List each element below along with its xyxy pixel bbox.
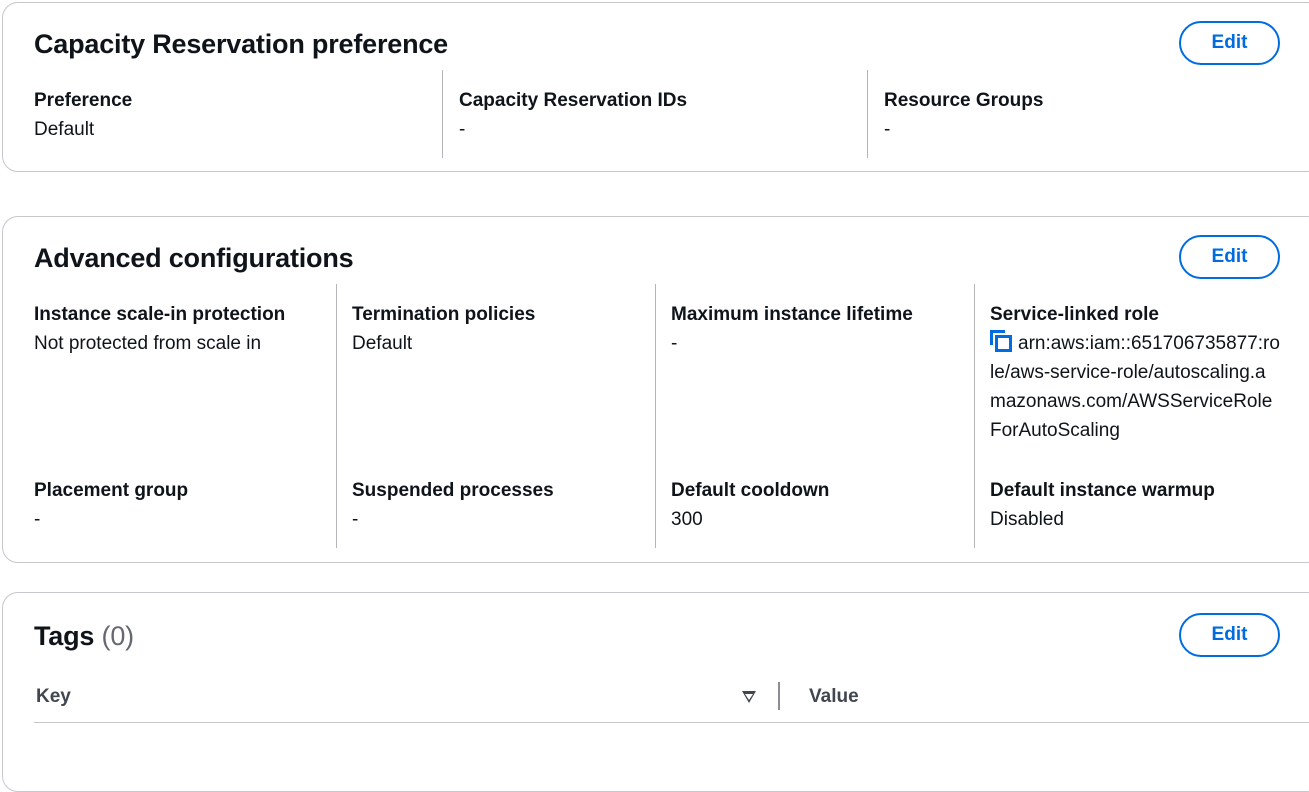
field-value: Default <box>34 119 95 140</box>
tags-title-text: Tags <box>34 621 95 651</box>
capacity-reservation-edit-button[interactable]: Edit <box>1179 21 1280 65</box>
tags-edit-button[interactable]: Edit <box>1179 613 1280 657</box>
field-preference: Preference Default <box>34 86 132 144</box>
field-default-cooldown: Default cooldown 300 <box>671 476 829 534</box>
capacity-reservation-title: Capacity Reservation preference <box>34 29 448 59</box>
arn-text: arn:aws:iam::651706735877:role/aws-servi… <box>990 333 1280 441</box>
field-label: Suspended processes <box>352 480 554 501</box>
field-value: - <box>34 509 41 530</box>
column-resizer[interactable] <box>778 682 780 710</box>
field-service-linked-role: Service-linked role arn:aws:iam::6517067… <box>990 300 1280 445</box>
field-value: - <box>671 333 678 354</box>
field-value: - <box>884 119 891 140</box>
column-divider <box>655 284 656 548</box>
field-placement-group: Placement group - <box>34 476 188 534</box>
field-termination-policies: Termination policies Default <box>352 300 535 358</box>
field-label: Instance scale-in protection <box>34 304 286 325</box>
field-maximum-instance-lifetime: Maximum instance lifetime - <box>671 300 913 358</box>
service-linked-role-arn: arn:aws:iam::651706735877:role/aws-servi… <box>990 329 1280 445</box>
tags-title: Tags (0) <box>34 621 134 652</box>
advanced-configurations-title: Advanced configurations <box>34 243 354 273</box>
column-divider <box>867 70 868 158</box>
field-value: - <box>352 509 359 530</box>
tags-panel: Tags (0) Edit Key Value <box>2 592 1309 792</box>
sort-descending-icon[interactable] <box>742 691 756 703</box>
field-value: Default <box>352 333 413 354</box>
field-capacity-reservation-ids: Capacity Reservation IDs - <box>459 86 687 144</box>
field-label: Placement group <box>34 480 189 501</box>
copy-icon[interactable] <box>990 330 1012 352</box>
capacity-reservation-panel: Capacity Reservation preference Edit Pre… <box>2 2 1309 172</box>
column-header-value[interactable]: Value <box>809 686 859 708</box>
column-divider <box>336 284 337 548</box>
advanced-configurations-panel: Advanced configurations Edit Instance sc… <box>2 216 1309 563</box>
field-label: Maximum instance lifetime <box>671 304 913 325</box>
field-suspended-processes: Suspended processes - <box>352 476 554 534</box>
column-header-key[interactable]: Key <box>36 686 71 708</box>
field-label: Capacity Reservation IDs <box>459 90 688 111</box>
field-label: Service-linked role <box>990 304 1159 325</box>
field-value: - <box>459 119 466 140</box>
column-divider <box>442 70 443 158</box>
field-label: Termination policies <box>352 304 536 325</box>
field-resource-groups: Resource Groups - <box>884 86 1043 144</box>
field-default-instance-warmup: Default instance warmup Disabled <box>990 476 1215 534</box>
column-divider <box>974 284 975 548</box>
tags-count: (0) <box>101 621 135 651</box>
field-instance-scale-in-protection: Instance scale-in protection Not protect… <box>34 300 285 358</box>
field-label: Preference <box>34 90 133 111</box>
field-label: Default instance warmup <box>990 480 1215 501</box>
field-value: Disabled <box>990 509 1064 530</box>
advanced-configurations-edit-button[interactable]: Edit <box>1179 235 1280 279</box>
table-header-rule <box>34 722 1309 723</box>
field-label: Default cooldown <box>671 480 830 501</box>
field-value: 300 <box>671 509 703 530</box>
field-value: Not protected from scale in <box>34 333 262 354</box>
field-label: Resource Groups <box>884 90 1044 111</box>
